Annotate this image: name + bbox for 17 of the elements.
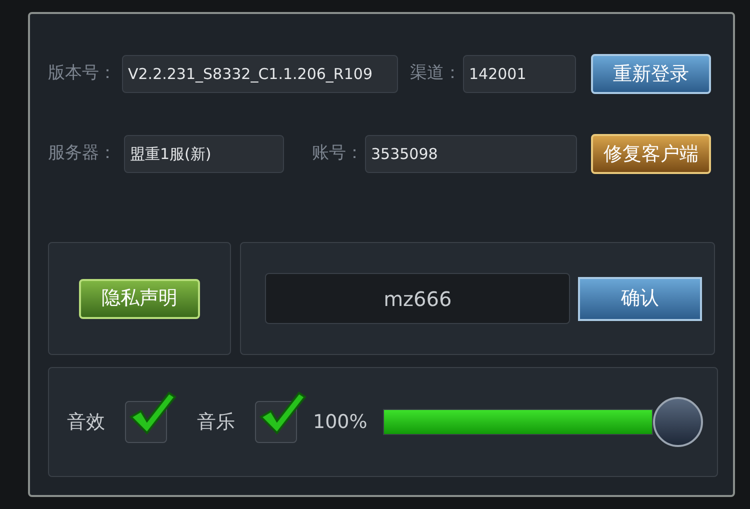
field-label: 服务器： [48,142,117,166]
privacy-button[interactable]: 隐私声明 [79,278,200,318]
info-field: 盟重1服(新) [124,135,284,173]
relogin-button[interactable]: 重新登录 [591,54,711,94]
toggle-label: 音效 [67,410,105,435]
code-input-field[interactable]: mz666 [265,273,570,324]
field-label: 版本号： [48,62,117,86]
toggle-label: 音乐 [197,410,235,435]
info-field: V2.2.231_S8332_C1.1.206_R109 [122,55,398,93]
slider-knob[interactable] [653,397,704,447]
field-label: 渠道： [410,62,462,86]
repair-client-button[interactable]: 修复客户端 [591,134,711,174]
confirm-button[interactable]: 确认 [578,276,702,320]
volume-reading: 100% [313,410,368,435]
info-field: 142001 [463,55,576,93]
info-field: 3535098 [365,135,577,173]
field-label: 账号： [312,142,364,166]
